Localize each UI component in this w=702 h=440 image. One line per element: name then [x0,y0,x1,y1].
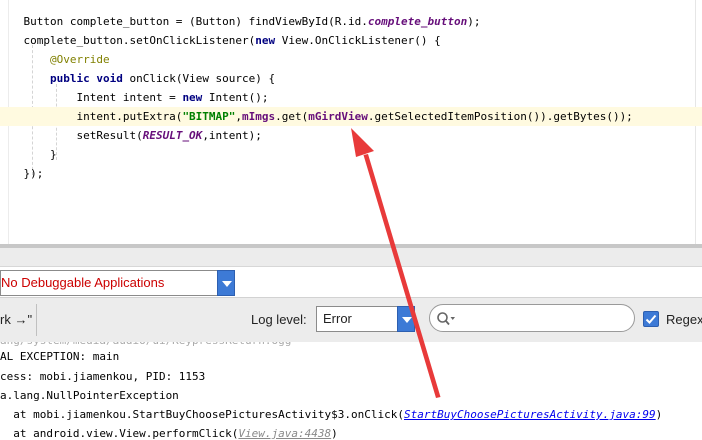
code-line: Button complete_button = (Button) findVi… [0,12,702,31]
code-line: } [0,145,702,164]
code-token: mImgs [242,110,276,123]
log-text: cess: mobi.jiamenkou, PID: 1153 [0,370,206,383]
code-token: }); [0,167,44,180]
code-token: ,intent); [202,129,262,142]
code-token: RESULT_OK [142,129,203,142]
log-level-select[interactable]: Error [316,306,415,332]
log-level-value: Error [323,311,352,326]
logcat-output[interactable]: ​ang/system/media/audio/ui/KeypressRetur… [0,342,702,440]
regex-label: Regex [666,312,702,327]
code-line: public void onClick(View source) { [0,69,702,88]
log-level-label: Log level: [251,312,307,327]
log-text: at android.view.View.performClick( [0,427,239,440]
log-text: at mobi.jiamenkou.StartBuyChoosePictures… [0,408,404,421]
log-line: at android.view.View.performClick(View.j… [0,425,338,440]
code-editor[interactable]: Button complete_button = (Button) findVi… [0,0,702,244]
code-token: setResult( [0,129,143,142]
code-token: mGirdView [308,110,368,123]
log-text: a.lang.NullPointerException [0,389,179,402]
log-text: ) [331,427,338,440]
regex-checkbox[interactable] [643,311,659,327]
code-token: .getSelectedItemPosition()).getBytes()); [367,110,633,123]
app-selector-value: No Debuggable Applications [1,275,165,290]
mark-button[interactable]: rk →" [0,310,32,330]
logcat-header-strip [0,248,702,267]
code-line: complete_button.setOnClickListener(new V… [0,31,702,50]
search-icon[interactable] [436,311,456,327]
code-line: Intent intent = new Intent(); [0,88,702,107]
code-token: complete_button.setOnClickListener( [0,34,256,47]
code-line: intent.putExtra("BITMAP",mImgs.get(mGird… [0,107,702,126]
code-token: new [255,34,276,47]
log-line: a.lang.NullPointerException [0,387,179,405]
log-line: cess: mobi.jiamenkou, PID: 1153 [0,368,205,386]
code-token: Intent(); [202,91,269,104]
code-token: onClick(View source) { [122,72,276,85]
code-token: } [0,148,57,161]
log-line: AL EXCEPTION: main [0,350,120,363]
code-token: complete_button [367,15,468,28]
code-line: @Override [0,50,702,69]
code-token: new [182,91,203,104]
chevron-down-icon[interactable] [217,270,235,296]
log-line: at mobi.jiamenkou.StartBuyChoosePictures… [0,406,662,424]
toolbar-separator [36,304,37,336]
log-text: ) [655,408,663,421]
code-token: public void [49,72,123,85]
code-line: }); [0,164,702,183]
stacktrace-link[interactable]: StartBuyChoosePicturesActivity.java:99 [404,408,656,421]
logcat-filter-bar: rk →" Log level: Error Regex [0,297,702,343]
checkmark-icon [645,314,657,324]
search-field[interactable] [429,304,635,332]
code-token: "BITMAP" [182,110,236,123]
code-token: Button complete_button = (Button) findVi… [0,15,368,28]
search-input[interactable] [460,308,632,330]
code-token: View.OnClickListener() { [275,34,441,47]
code-line: } [0,202,702,221]
code-token: Intent intent = [0,91,183,104]
chevron-down-icon[interactable] [397,306,415,332]
code-token: intent.putExtra( [0,110,183,123]
stacktrace-link[interactable]: View.java:4438 [238,427,331,440]
app-selector[interactable]: No Debuggable Applications [0,270,235,296]
code-token: @Override [49,53,110,66]
code-token: ); [467,15,481,28]
code-token: .get( [275,110,309,123]
code-line: setResult(RESULT_OK,intent); [0,126,702,145]
